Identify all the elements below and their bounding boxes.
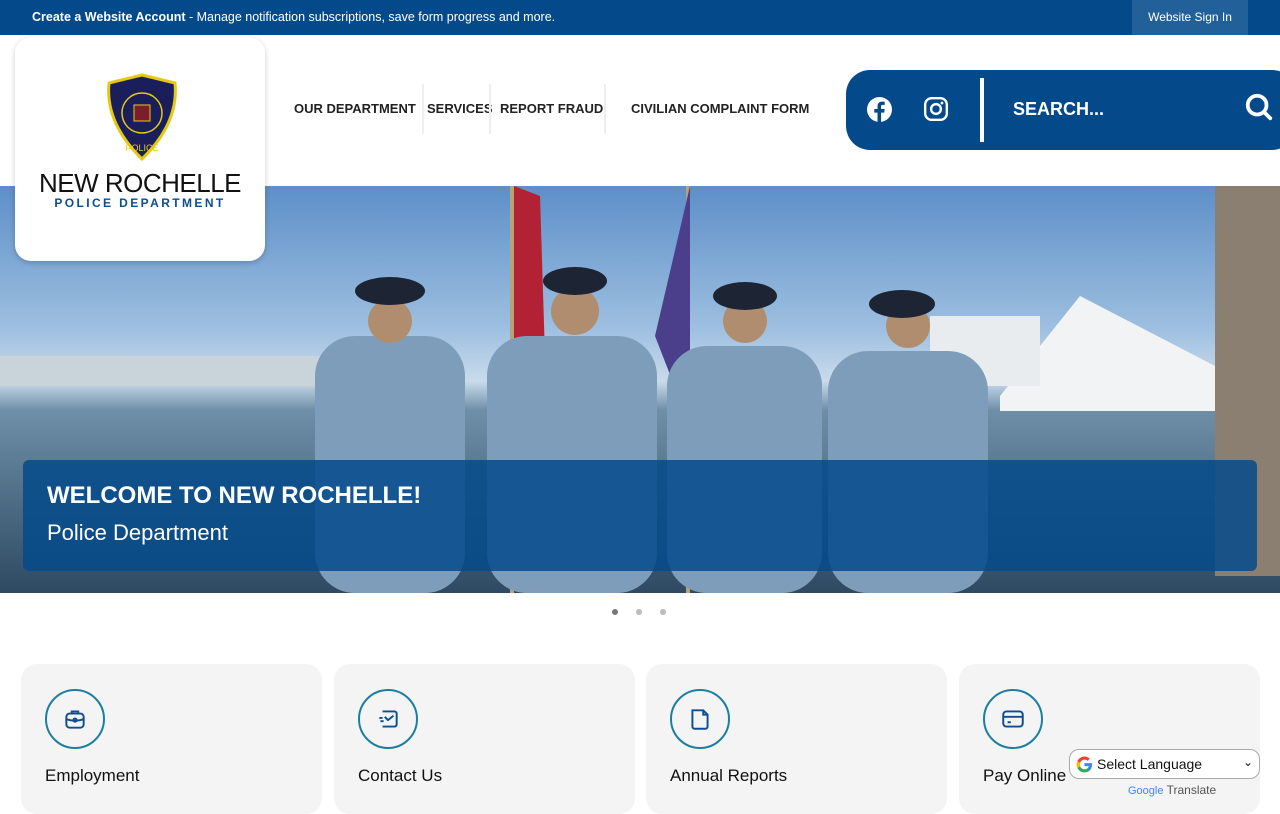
svg-text:POLICE: POLICE [125, 143, 158, 153]
google-wordmark: Google [1128, 785, 1164, 797]
hero-caption: WELCOME TO NEW ROCHELLE! Police Departme… [23, 460, 1257, 571]
folder-icon [670, 689, 730, 749]
police-badge-icon: POLICE [107, 73, 177, 161]
language-select-label: Select Language [1097, 756, 1203, 772]
credit-card-icon [983, 689, 1043, 749]
nav-divider [604, 84, 606, 134]
instagram-icon[interactable] [923, 96, 949, 122]
google-icon [1076, 756, 1093, 773]
search-bar: SEARCH... [846, 70, 1280, 150]
logo-subtitle: POLICE DEPARTMENT [54, 196, 226, 210]
nav-our-department[interactable]: OUR DEPARTMENT [294, 84, 416, 134]
logo-title: NEW ROCHELLE [38, 168, 242, 198]
card-label: Employment [45, 766, 140, 785]
message-icon [358, 689, 418, 749]
nav-services[interactable]: SERVICES [427, 84, 493, 134]
facebook-icon[interactable] [867, 97, 892, 122]
chevron-down-icon: ⌄ [1242, 755, 1253, 769]
hero-title: WELCOME TO NEW ROCHELLE! [47, 482, 422, 509]
slide-pagination [612, 609, 666, 615]
language-select[interactable]: Select Language ⌄ [1069, 749, 1260, 779]
slide-dot-3[interactable] [660, 609, 666, 615]
card-contact-us[interactable]: Contact Us [334, 664, 635, 814]
nav-civilian-complaint-form[interactable]: CIVILIAN COMPLAINT FORM [631, 84, 809, 134]
site-logo[interactable]: POLICE NEW ROCHELLE POLICE DEPARTMENT [15, 37, 265, 261]
briefcase-icon [45, 689, 105, 749]
card-annual-reports[interactable]: Annual Reports [646, 664, 947, 814]
create-account-link[interactable]: Create a Website Account [32, 10, 186, 24]
top-bar: Create a Website Account - Manage notifi… [0, 0, 1280, 35]
search-input[interactable]: SEARCH... [1013, 99, 1104, 120]
nav-report-fraud[interactable]: REPORT FRAUD [500, 84, 603, 134]
nav-divider [489, 84, 491, 134]
translate-label: Translate [1166, 783, 1217, 797]
sign-in-button[interactable]: Website Sign In [1132, 0, 1248, 35]
google-translate-attribution[interactable]: Google Translate [1128, 783, 1216, 797]
hero-subtitle: Police Department [47, 520, 228, 545]
slide-dot-1[interactable] [612, 609, 618, 615]
card-label: Contact Us [358, 766, 443, 785]
card-employment[interactable]: Employment [21, 664, 322, 814]
nav-divider [422, 84, 424, 134]
search-icon[interactable] [1244, 92, 1274, 122]
slide-dot-2[interactable] [636, 609, 642, 615]
account-message: Create a Website Account - Manage notifi… [32, 10, 555, 24]
search-divider [980, 78, 984, 142]
card-label: Annual Reports [670, 766, 788, 785]
card-label: Pay Online [983, 766, 1067, 785]
account-message-text: - Manage notification subscriptions, sav… [185, 10, 556, 24]
